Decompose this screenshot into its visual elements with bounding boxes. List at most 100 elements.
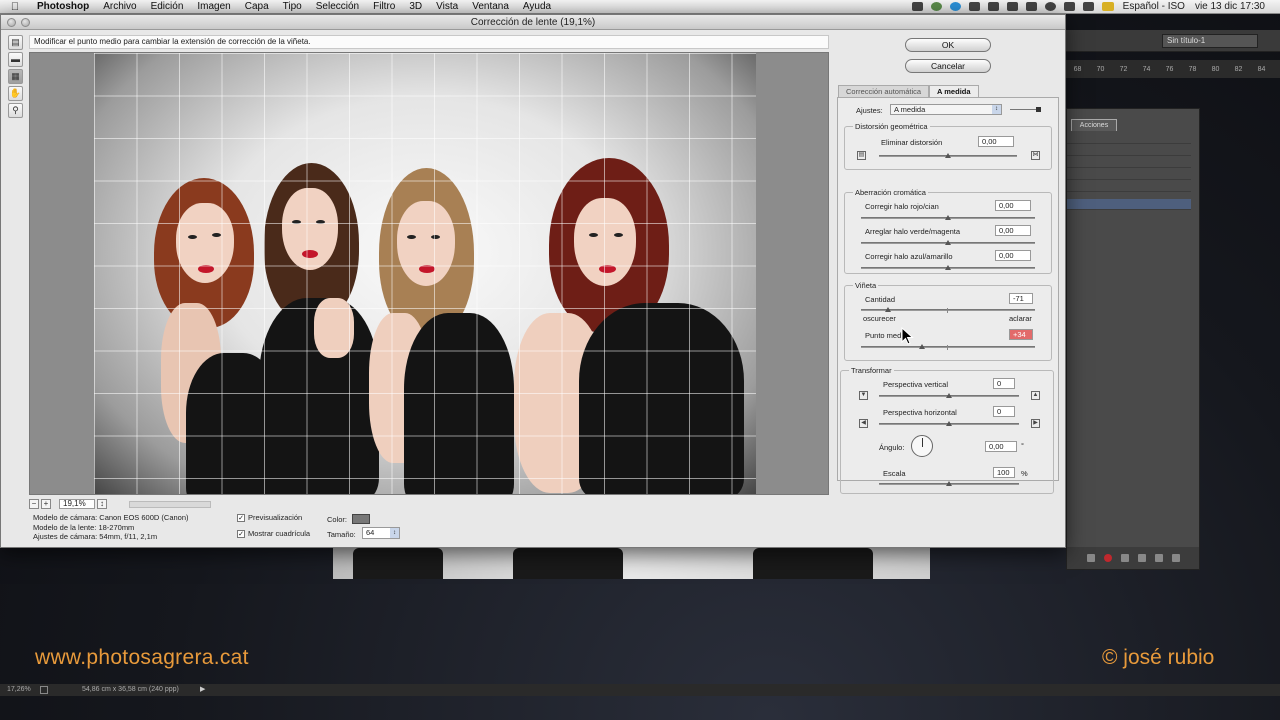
scale-field[interactable]: 100 <box>993 467 1015 478</box>
play-icon[interactable] <box>1120 554 1129 562</box>
stop-icon[interactable] <box>1086 554 1095 562</box>
ok-button[interactable]: OK <box>905 38 991 52</box>
skype-icon[interactable] <box>949 2 961 11</box>
menu-capa[interactable]: Capa <box>238 0 276 14</box>
sync-icon[interactable] <box>930 2 942 11</box>
slider-thumb[interactable] <box>885 307 891 312</box>
remove-distortion-slider[interactable] <box>879 153 1017 158</box>
settings-select[interactable]: A medida ↕ <box>890 104 1002 115</box>
slider-thumb[interactable] <box>945 240 951 245</box>
tab-acciones[interactable]: Acciones <box>1071 119 1117 131</box>
zoom-in-button[interactable]: + <box>41 499 51 509</box>
menu-archivo[interactable]: Archivo <box>96 0 143 14</box>
menu-ayuda[interactable]: Ayuda <box>516 0 558 14</box>
record-icon[interactable] <box>1103 554 1112 562</box>
close-icon[interactable] <box>7 18 16 27</box>
tab-custom[interactable]: A medida <box>929 85 979 97</box>
green-magenta-slider[interactable] <box>861 240 1035 245</box>
panel-row[interactable] <box>1067 145 1191 156</box>
document-select[interactable]: Sin título-1 <box>1162 34 1258 48</box>
sound-icon[interactable] <box>1025 2 1037 11</box>
preview-area[interactable] <box>29 52 829 495</box>
menu-seleccion[interactable]: Selección <box>309 0 366 14</box>
preview-photo[interactable] <box>94 53 756 494</box>
input-language[interactable]: Español - ISO <box>1118 0 1190 14</box>
zoom-tool-icon[interactable]: ⚲ <box>8 103 23 118</box>
slider-thumb[interactable] <box>946 421 952 426</box>
zoom-out-button[interactable]: − <box>29 499 39 509</box>
red-cyan-field[interactable]: 0,00 <box>995 200 1031 211</box>
angle-dial[interactable] <box>911 435 933 457</box>
panel-row[interactable] <box>1067 133 1191 144</box>
tab-auto-correction[interactable]: Corrección automática <box>838 85 930 97</box>
minimize-icon[interactable] <box>21 18 30 27</box>
scale-slider[interactable] <box>879 481 1019 486</box>
menu-app-photoshop[interactable]: Photoshop <box>30 0 96 14</box>
angle-field[interactable]: 0,00 <box>985 441 1017 452</box>
panel-row[interactable] <box>1067 157 1191 168</box>
slider-thumb[interactable] <box>945 153 951 158</box>
panel-row[interactable] <box>1067 181 1191 192</box>
menu-ventana[interactable]: Ventana <box>465 0 516 14</box>
midpoint-field[interactable]: +34 <box>1009 329 1033 340</box>
folder-icon[interactable] <box>1137 554 1146 562</box>
status-arrow-icon[interactable]: ▶ <box>200 684 205 696</box>
horizontal-scrollbar[interactable] <box>129 501 211 508</box>
slider-thumb[interactable] <box>946 393 952 398</box>
dialog-titlebar[interactable]: Corrección de lente (19,1%) <box>1 15 1065 30</box>
menu-vista[interactable]: Vista <box>429 0 465 14</box>
blue-yellow-field[interactable]: 0,00 <box>995 250 1031 261</box>
amount-field[interactable]: -71 <box>1009 293 1033 304</box>
grid-color-swatch[interactable] <box>352 514 370 524</box>
slider-thumb[interactable] <box>945 265 951 270</box>
preview-checkbox[interactable]: ✓ <box>237 514 245 522</box>
camera-icon[interactable] <box>911 2 923 11</box>
wifi-icon[interactable] <box>1082 2 1094 11</box>
vertical-perspective-field[interactable]: 0 <box>993 378 1015 389</box>
red-cyan-slider[interactable] <box>861 215 1035 220</box>
zoom-field[interactable]: 19,1% <box>59 499 95 509</box>
status-zoom[interactable]: 17,26% <box>7 684 31 696</box>
blue-yellow-slider[interactable] <box>861 265 1035 270</box>
show-grid-checkbox-row[interactable]: ✓ Mostrar cuadrícula <box>237 529 310 539</box>
menu-filtro[interactable]: Filtro <box>366 0 402 14</box>
slider-thumb[interactable] <box>919 344 925 349</box>
menu-3d[interactable]: 3D <box>402 0 429 14</box>
straighten-tool-icon[interactable]: ▬ <box>8 52 23 67</box>
amount-slider[interactable] <box>861 307 1035 313</box>
apple-icon[interactable]:  <box>0 0 30 14</box>
display-icon[interactable] <box>968 2 980 11</box>
monitor-icon[interactable] <box>987 2 999 11</box>
preview-checkbox-row[interactable]: ✓ Previsualización <box>237 513 302 523</box>
panel-row[interactable] <box>1067 169 1191 180</box>
cancel-button[interactable]: Cancelar <box>905 59 991 73</box>
grid-size-select[interactable]: 64 ↕ <box>362 527 400 539</box>
proof-icon[interactable] <box>40 686 48 694</box>
new-action-icon[interactable] <box>1154 554 1163 562</box>
panel-row-selected[interactable] <box>1067 199 1191 210</box>
grid-tool-icon[interactable]: ▦ <box>8 69 23 84</box>
slider-thumb[interactable] <box>945 215 951 220</box>
remove-distortion-field[interactable]: 0,00 <box>978 136 1014 147</box>
hand-tool-icon[interactable]: ✋ <box>8 86 23 101</box>
bluetooth-icon[interactable] <box>1063 2 1075 11</box>
vertical-perspective-slider[interactable] <box>879 393 1019 398</box>
remove-distortion-tool-icon[interactable]: ▤ <box>8 35 23 50</box>
menu-imagen[interactable]: Imagen <box>190 0 237 14</box>
horizontal-perspective-field[interactable]: 0 <box>993 406 1015 417</box>
midpoint-slider[interactable] <box>861 344 1035 350</box>
slider-thumb[interactable] <box>946 481 952 486</box>
document-canvas[interactable] <box>333 548 930 579</box>
horizontal-perspective-slider[interactable] <box>879 421 1019 426</box>
mail-icon[interactable] <box>1006 2 1018 11</box>
show-grid-checkbox[interactable]: ✓ <box>237 530 245 538</box>
green-magenta-field[interactable]: 0,00 <box>995 225 1031 236</box>
zoom-stepper[interactable]: ↕ <box>97 499 107 509</box>
menu-clock[interactable]: vie 13 dic 17:30 <box>1190 0 1270 14</box>
vignette-title: Viñeta <box>853 281 879 290</box>
time-machine-icon[interactable] <box>1044 2 1056 11</box>
trash-icon[interactable] <box>1171 554 1180 562</box>
menu-tipo[interactable]: Tipo <box>276 0 309 14</box>
menu-edicion[interactable]: Edición <box>144 0 191 14</box>
flag-spain-icon[interactable] <box>1101 2 1114 11</box>
